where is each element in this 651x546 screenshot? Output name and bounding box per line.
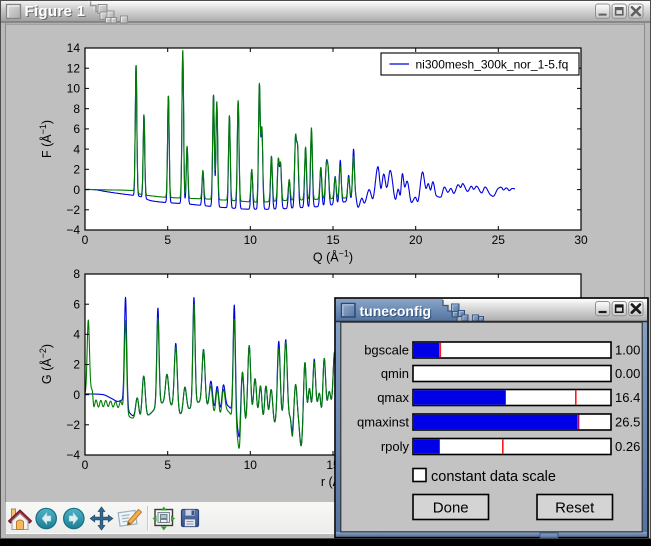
svg-text:0: 0 <box>82 458 89 472</box>
svg-text:0: 0 <box>73 388 80 402</box>
svg-text:25: 25 <box>492 233 506 247</box>
svg-text:12: 12 <box>67 61 81 75</box>
svg-text:10: 10 <box>244 458 258 472</box>
svg-text:ni300mesh_300k_nor_1-5.fq: ni300mesh_300k_nor_1-5.fq <box>416 58 569 72</box>
svg-text:qmax: qmax <box>377 390 409 405</box>
svg-text:tuneconfig: tuneconfig <box>360 303 432 319</box>
svg-text:2: 2 <box>73 358 80 372</box>
svg-text:qmin: qmin <box>381 366 409 381</box>
svg-text:qmaxinst: qmaxinst <box>357 415 409 430</box>
svg-text:constant data scale: constant data scale <box>431 469 556 485</box>
svg-text:Done: Done <box>433 500 469 517</box>
svg-text:rpoly: rpoly <box>381 439 410 454</box>
svg-text:0.26: 0.26 <box>615 439 640 454</box>
svg-text:2: 2 <box>73 163 80 177</box>
svg-text:10: 10 <box>244 233 258 247</box>
svg-text:0: 0 <box>73 183 80 197</box>
svg-text:−2: −2 <box>66 418 80 432</box>
svg-text:8: 8 <box>73 102 80 116</box>
svg-text:10: 10 <box>67 82 81 96</box>
svg-text:−2: −2 <box>66 203 80 217</box>
svg-text:4: 4 <box>73 142 80 156</box>
svg-text:20: 20 <box>409 233 423 247</box>
svg-text:0: 0 <box>82 233 89 247</box>
svg-text:−4: −4 <box>66 448 80 462</box>
svg-text:26.5: 26.5 <box>615 415 640 430</box>
svg-text:0.00: 0.00 <box>615 366 640 381</box>
svg-text:5: 5 <box>164 233 171 247</box>
svg-text:6: 6 <box>73 122 80 136</box>
svg-text:bgscale: bgscale <box>364 343 409 358</box>
svg-text:−4: −4 <box>66 223 80 237</box>
svg-text:16.4: 16.4 <box>615 390 640 405</box>
svg-text:6: 6 <box>73 297 80 311</box>
svg-text:5: 5 <box>164 458 171 472</box>
svg-text:14: 14 <box>67 41 81 55</box>
svg-text:30: 30 <box>574 233 588 247</box>
svg-text:4: 4 <box>73 328 80 342</box>
svg-text:1.00: 1.00 <box>615 343 640 358</box>
svg-text:Reset: Reset <box>555 500 595 517</box>
svg-text:8: 8 <box>73 267 80 281</box>
svg-text:Figure 1: Figure 1 <box>25 3 86 20</box>
svg-text:15: 15 <box>326 233 340 247</box>
